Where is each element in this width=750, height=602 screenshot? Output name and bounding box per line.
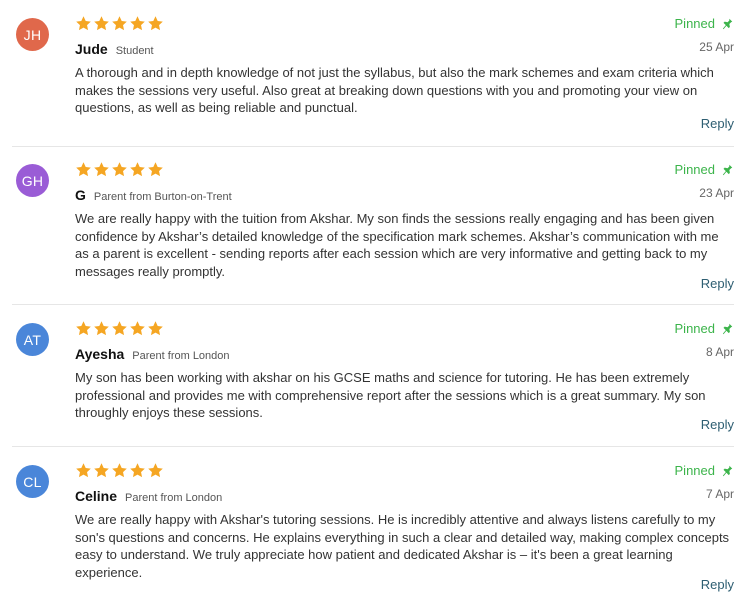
- star-icon: [148, 16, 163, 31]
- avatar: AT: [16, 323, 49, 356]
- reviewer-role: Parent from London: [132, 350, 230, 362]
- reply-button[interactable]: Reply: [701, 116, 734, 131]
- star-icon: [76, 321, 91, 336]
- pin-icon: [722, 465, 733, 476]
- star-rating: [75, 320, 164, 337]
- star-icon: [148, 162, 163, 177]
- review-card: JH Jude Student Pinned 25 Apr A thorough…: [0, 0, 750, 146]
- star-icon: [94, 16, 109, 31]
- star-icon: [94, 463, 109, 478]
- reviewer-name: Celine: [75, 488, 118, 504]
- review-text: A thorough and in depth knowledge of not…: [75, 65, 714, 115]
- avatar: JH: [16, 18, 49, 51]
- star-icon: [130, 16, 145, 31]
- pinned-badge: Pinned: [675, 162, 734, 177]
- pin-icon: [722, 323, 733, 334]
- reviewer-role: Parent from London: [125, 492, 223, 504]
- pinned-label: Pinned: [674, 16, 715, 31]
- star-icon: [76, 16, 91, 31]
- star-icon: [130, 463, 145, 478]
- reply-button[interactable]: Reply: [701, 417, 734, 432]
- review-date: 8 Apr: [705, 345, 734, 359]
- review-date: 7 Apr: [705, 487, 734, 501]
- star-icon: [148, 463, 163, 478]
- pin-icon: [722, 18, 733, 29]
- review-date: 23 Apr: [699, 186, 734, 200]
- avatar: CL: [16, 465, 49, 498]
- star-icon: [94, 321, 109, 336]
- star-rating: [75, 15, 164, 32]
- review-text: My son has been working with akshar on h…: [75, 370, 706, 420]
- review-card: AT Ayesha Parent from London Pinned 8 Ap…: [0, 305, 750, 446]
- star-icon: [112, 463, 127, 478]
- star-rating: [75, 462, 164, 479]
- star-icon: [112, 162, 127, 177]
- pinned-badge: Pinned: [675, 321, 734, 336]
- star-rating: [75, 161, 164, 178]
- review-card: CL Celine Parent from London Pinned 7 Ap…: [0, 447, 750, 602]
- star-icon: [112, 321, 127, 336]
- star-icon: [130, 162, 145, 177]
- pinned-label: Pinned: [674, 463, 715, 478]
- review-text: We are really happy with the tuition fro…: [75, 211, 719, 279]
- reviewer-name: G: [75, 187, 86, 203]
- star-icon: [112, 16, 127, 31]
- pinned-label: Pinned: [674, 162, 715, 177]
- avatar: GH: [16, 164, 49, 197]
- reviewer-role: Parent from Burton-on-Trent: [93, 191, 232, 203]
- review-date: 25 Apr: [699, 40, 734, 54]
- star-icon: [130, 321, 145, 336]
- star-icon: [148, 321, 163, 336]
- reviewer-role: Student: [115, 45, 154, 57]
- star-icon: [76, 463, 91, 478]
- pinned-badge: Pinned: [675, 16, 734, 31]
- pinned-badge: Pinned: [675, 463, 734, 478]
- star-icon: [94, 162, 109, 177]
- pinned-label: Pinned: [674, 321, 715, 336]
- star-icon: [76, 162, 91, 177]
- reviewer-name: Ayesha: [75, 346, 125, 362]
- reviewer-name: Jude: [75, 41, 108, 57]
- review-card: GH G Parent from Burton-on-Trent Pinned …: [0, 146, 750, 304]
- reply-button[interactable]: Reply: [701, 577, 734, 592]
- review-text: We are really happy with Akshar's tutori…: [75, 512, 730, 580]
- pin-icon: [722, 164, 733, 175]
- reply-button[interactable]: Reply: [701, 276, 734, 291]
